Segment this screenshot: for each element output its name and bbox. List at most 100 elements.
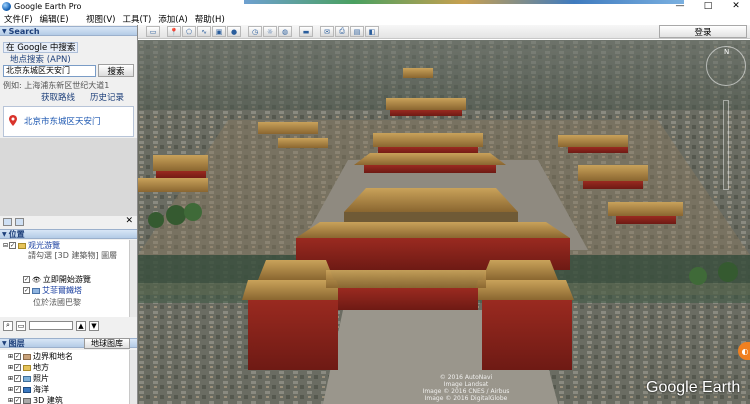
- planets-icon[interactable]: ◍: [278, 26, 292, 37]
- list-item: 請勾選 [3D 建築物] 圖層: [28, 251, 128, 260]
- window-controls: — □ ✕: [666, 0, 750, 12]
- list-item-description: 位於法國巴黎: [33, 298, 81, 307]
- checkbox[interactable]: ✓: [23, 287, 30, 294]
- folder-icon: [18, 242, 27, 249]
- zoom-slider[interactable]: [723, 100, 729, 190]
- paste-icon[interactable]: [15, 218, 24, 226]
- search-icon[interactable]: ⌕: [3, 320, 13, 331]
- search-panel-header[interactable]: ▼ Search: [0, 26, 137, 36]
- list-item[interactable]: ⊞ ✓ 地方: [8, 362, 49, 373]
- image-overlay-icon[interactable]: ▣: [212, 26, 226, 37]
- view-in-maps-icon[interactable]: ◧: [365, 26, 379, 37]
- sidebar: ▼ Search 在 Google 中搜索 地点搜索 (APN) 北京东城区天安…: [0, 25, 138, 404]
- checkbox[interactable]: ✓: [14, 386, 22, 393]
- menu-file[interactable]: 文件(F): [0, 13, 36, 25]
- close-button[interactable]: ✕: [722, 0, 750, 12]
- list-item[interactable]: ✓ 艾菲爾鐵塔: [23, 285, 82, 296]
- tree-toggle-icon[interactable]: ⊞: [8, 386, 13, 393]
- search-button[interactable]: 搜索: [98, 64, 134, 77]
- places-list: ⊟ ✓ 观光游覽 請勾選 [3D 建築物] 圖層 ✓ 👁 立即開始游覽 ✓ 艾菲…: [0, 240, 129, 317]
- history-link[interactable]: 历史记录: [90, 91, 124, 103]
- places-scrollbar[interactable]: [129, 240, 137, 317]
- list-item-label: 照片: [33, 374, 50, 383]
- login-button[interactable]: 登录: [659, 25, 747, 38]
- tour-icon: 👁: [32, 275, 41, 284]
- list-item-label: 海洋: [33, 385, 50, 394]
- tree-toggle-icon[interactable]: ⊟: [3, 242, 8, 249]
- view-toggle-icon[interactable]: ▭: [16, 320, 26, 331]
- sunlight-icon[interactable]: ☼: [263, 26, 277, 37]
- ocean-icon: [23, 386, 32, 393]
- checkbox[interactable]: ✓: [14, 397, 22, 404]
- menu-tools[interactable]: 工具(T): [118, 13, 154, 25]
- local-search-tab[interactable]: 地点搜索 (APN): [10, 53, 71, 65]
- checkbox[interactable]: ✓: [14, 364, 22, 371]
- move-down-icon[interactable]: ▼: [89, 320, 99, 331]
- list-item-label: 立即開始游覽: [42, 275, 91, 284]
- google-search-tab[interactable]: 在 Google 中搜索: [3, 42, 79, 53]
- map-pin-icon: [9, 115, 17, 126]
- list-item[interactable]: ⊞ ✓ 海洋: [8, 384, 49, 395]
- list-item-label: 观光游覽: [28, 241, 61, 250]
- print-icon[interactable]: ⎙: [335, 26, 349, 37]
- 3d-imagery: [138, 40, 750, 404]
- menu-help[interactable]: 帮助(H): [191, 13, 228, 25]
- window-title: Google Earth Pro: [14, 1, 82, 11]
- polygon-icon[interactable]: ⬠: [182, 26, 196, 37]
- move-up-icon[interactable]: ▲: [76, 320, 86, 331]
- clear-search-icon[interactable]: ✕: [125, 216, 133, 226]
- places-panel-header[interactable]: ▼ 位置: [0, 229, 137, 239]
- sidebar-toggle-icon[interactable]: ▭: [146, 26, 160, 37]
- checkbox[interactable]: ✓: [14, 375, 22, 382]
- search-header-label: Search: [8, 26, 40, 36]
- path-icon[interactable]: ∿: [197, 26, 211, 37]
- checkbox[interactable]: ✓: [14, 353, 22, 360]
- toolbar: ▭ 📍 ⬠ ∿ ▣ ● ◷ ☼ ◍ ▬ ✉ ⎙ ▤ ◧ 登录: [138, 25, 750, 39]
- checkbox[interactable]: ✓: [9, 242, 17, 249]
- search-result-item[interactable]: 北京市东城区天安门: [3, 106, 134, 137]
- list-item-label: 地方: [33, 363, 50, 372]
- list-item[interactable]: ⊟ ✓ 观光游覽: [3, 240, 60, 251]
- list-item-label: 边界和地名: [33, 352, 74, 361]
- get-directions-link[interactable]: 获取路线: [41, 91, 75, 103]
- places-header-label: 位置: [8, 229, 25, 239]
- layers-scrollbar[interactable]: [129, 350, 137, 404]
- compass-ring[interactable]: N: [706, 46, 746, 86]
- imagery-attribution: © 2016 AutoNavi Image Landsat Image © 20…: [418, 374, 514, 402]
- list-item-label: 艾菲爾鐵塔: [42, 286, 82, 295]
- email-icon[interactable]: ✉: [320, 26, 334, 37]
- record-tour-icon[interactable]: ●: [227, 26, 241, 37]
- attribution-line: Image © 2016 DigitalGlobe: [424, 395, 508, 402]
- 3d-buildings-icon: [23, 397, 32, 404]
- title-bar: Google Earth Pro — □ ✕: [0, 0, 750, 12]
- menu-view[interactable]: 视图(V): [82, 13, 118, 25]
- tree-toggle-icon[interactable]: ⊞: [8, 353, 13, 360]
- minimize-button[interactable]: —: [666, 0, 694, 12]
- list-item[interactable]: ⊞ ✓ 3D 建筑: [8, 395, 63, 404]
- earth-gallery-button[interactable]: 地球图库: [84, 338, 130, 349]
- placemark-icon[interactable]: 📍: [167, 26, 181, 37]
- list-item-description: 請勾選 [3D 建築物] 圖層: [28, 251, 118, 260]
- tree-toggle-icon[interactable]: ⊞: [8, 397, 13, 404]
- top-thumbnail-strip: [244, 0, 684, 4]
- checkbox[interactable]: ✓: [23, 276, 30, 283]
- map-view[interactable]: N © 2016 AutoNavi Image Landsat Image © …: [138, 40, 750, 404]
- historical-imagery-icon[interactable]: ◷: [248, 26, 262, 37]
- places-filter-input[interactable]: [29, 321, 73, 330]
- list-item[interactable]: ⊞ ✓ 边界和地名: [8, 351, 73, 362]
- attribution-line: Image Landsat: [443, 381, 489, 388]
- menu-add[interactable]: 添加(A): [154, 13, 190, 25]
- attribution-line: © 2016 AutoNavi: [439, 374, 493, 381]
- tree-toggle-icon[interactable]: ⊞: [8, 375, 13, 382]
- copy-to-places-icon[interactable]: [3, 218, 12, 226]
- save-image-icon[interactable]: ▤: [350, 26, 364, 37]
- ruler-icon[interactable]: ▬: [299, 26, 313, 37]
- list-item[interactable]: ✓ 👁 立即開始游覽: [23, 274, 91, 285]
- list-item[interactable]: ⊞ ✓ 照片: [8, 373, 49, 384]
- tree-toggle-icon[interactable]: ⊞: [8, 364, 13, 371]
- menu-edit[interactable]: 编辑(E): [36, 13, 72, 25]
- street-view-pegman-icon[interactable]: ◐: [738, 342, 750, 360]
- maximize-button[interactable]: □: [694, 0, 722, 12]
- search-input[interactable]: 北京东城区天安门: [3, 65, 96, 77]
- app-window: Google Earth Pro — □ ✕ 文件(F) 编辑(E) 视图(V)…: [0, 0, 750, 404]
